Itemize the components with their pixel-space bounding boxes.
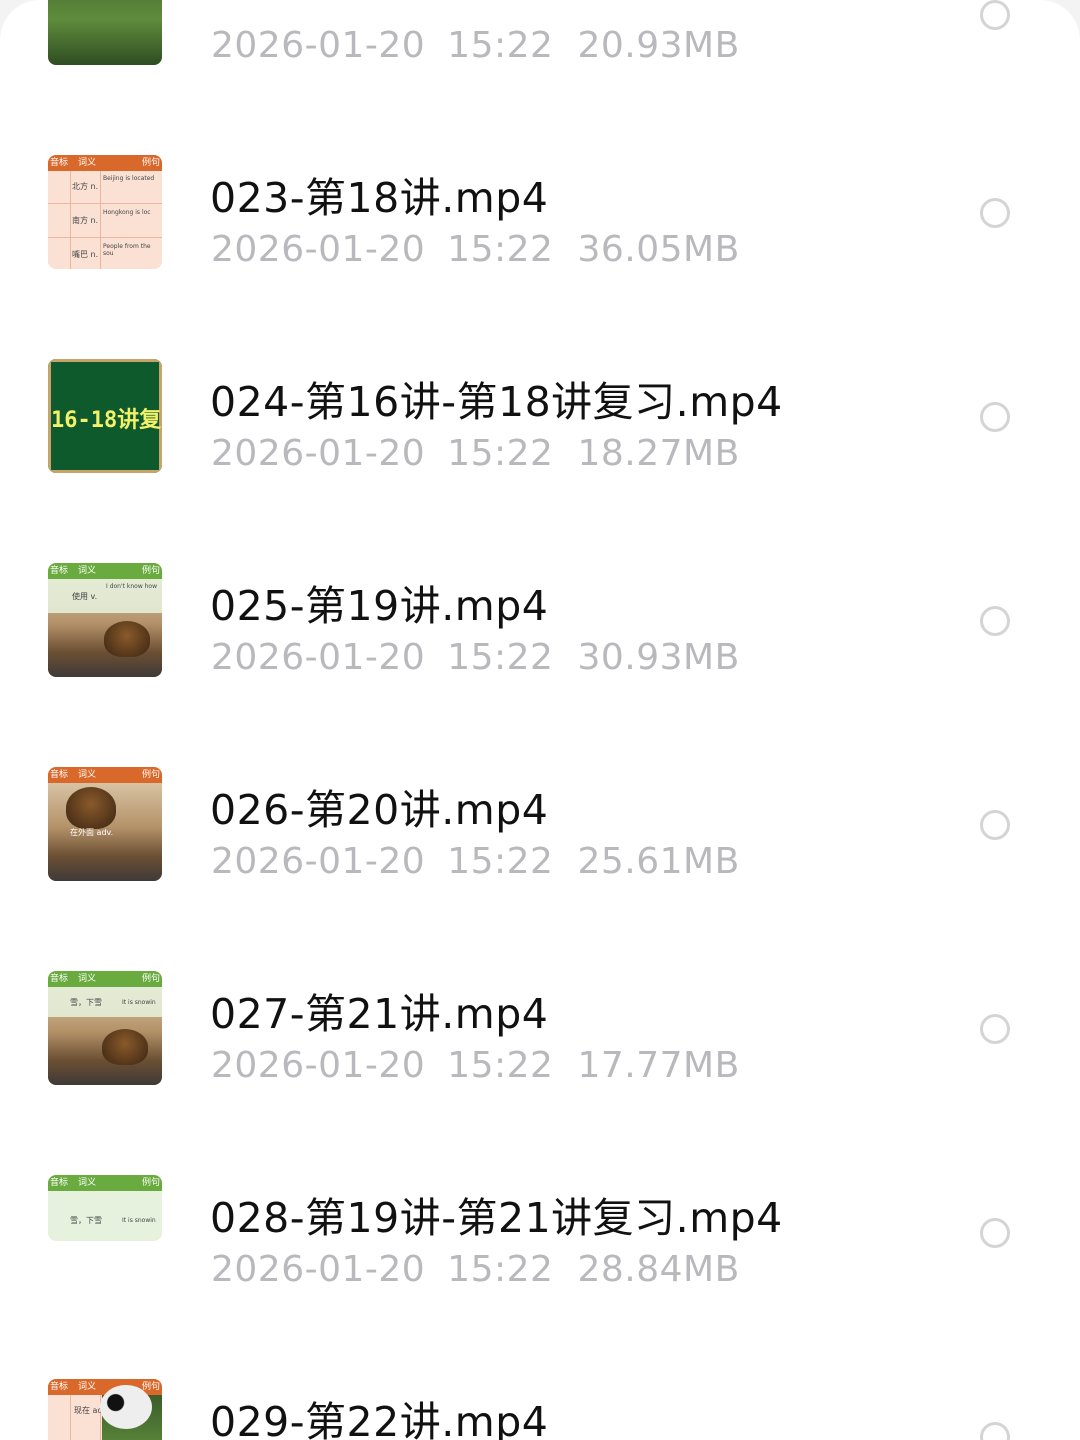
file-row[interactable]: 音标 词义 例句 雪，下雪 It is snowin 028-第19讲-第21讲…: [0, 1067, 1080, 1290]
thumb-header-col3: 例句: [141, 566, 160, 576]
thumb-header-col2: 词义: [78, 1178, 97, 1188]
file-row[interactable]: 音标 词义 例句 现在 adv. 029-第22讲.mp4: [0, 1271, 1080, 1440]
select-radio-icon[interactable]: [980, 402, 1010, 432]
thumb-header-col3: 例句: [141, 770, 160, 780]
thumb-word: 雪，下雪: [70, 1216, 102, 1225]
thumb-table-header: 音标 词义 例句: [48, 1175, 162, 1191]
thumb-header-col3: 例句: [141, 158, 160, 168]
thumb-header-col2: 词义: [78, 974, 97, 984]
thumb-header-col1: 音标: [50, 770, 69, 780]
thumb-header-col3: 例句: [141, 1178, 160, 1188]
select-radio-icon[interactable]: [980, 1422, 1010, 1440]
thumb-table-header: 音标 词义 例句: [48, 767, 162, 783]
select-radio-icon[interactable]: [980, 0, 1010, 30]
select-radio-icon[interactable]: [980, 198, 1010, 228]
video-thumbnail: 音标 词义 例句 现在 adv.: [48, 1379, 162, 1440]
file-row[interactable]: 2026-01-20 15:22 20.93MB: [0, 0, 1080, 66]
thumb-header-col1: 音标: [50, 1382, 69, 1392]
thumb-header-col1: 音标: [50, 566, 69, 576]
thumb-header-col1: 音标: [50, 158, 69, 168]
thumb-word: 雪，下雪: [70, 998, 102, 1007]
thumb-table-header: 音标 词义 例句: [48, 563, 162, 579]
thumb-header-col1: 音标: [50, 1178, 69, 1188]
select-radio-icon[interactable]: [980, 1014, 1010, 1044]
thumb-example: I don't know how: [106, 583, 158, 590]
thumb-header-col2: 词义: [78, 1382, 97, 1392]
file-row[interactable]: 音标 词义 例句 北方 n. 南方 n. 嘴巴 n. Beijing is lo…: [0, 47, 1080, 270]
file-title: 023-第18讲.mp4: [210, 174, 549, 222]
thumb-word: 在外面 adv.: [70, 828, 114, 837]
thumb-word: 南方 n.: [72, 216, 99, 225]
thumb-example: Beijing is located: [103, 175, 155, 182]
thumb-example: It is snowin: [122, 1217, 156, 1224]
video-thumbnail: 音标 词义 例句 雪，下雪 It is snowin: [48, 1175, 162, 1241]
file-title: 029-第22讲.mp4: [210, 1398, 549, 1440]
chalkboard-text: 16-18讲复: [51, 408, 162, 433]
thumb-example: It is snowin: [122, 999, 156, 1006]
select-radio-icon[interactable]: [980, 606, 1010, 636]
thumb-table-body: 现在 adv.: [48, 1385, 162, 1440]
thumb-word: 使用 v.: [72, 592, 98, 601]
file-title: 024-第16讲-第18讲复习.mp4: [210, 378, 783, 426]
select-radio-icon[interactable]: [980, 1218, 1010, 1248]
select-radio-icon[interactable]: [980, 810, 1010, 840]
file-row[interactable]: 音标 词义 例句 使用 v. I don't know how 025-第19讲…: [0, 455, 1080, 678]
file-row[interactable]: 16-18讲复 024-第16讲-第18讲复习.mp4 2026-01-20 15…: [0, 251, 1080, 474]
thumb-example: Hongkong is loc: [103, 209, 151, 216]
file-title: 027-第21讲.mp4: [210, 990, 549, 1038]
file-title: 026-第20讲.mp4: [210, 786, 549, 834]
file-row[interactable]: 音标 词义 例句 雪，下雪 It is snowin 027-第21讲.mp4 …: [0, 863, 1080, 1086]
thumb-table-header: 音标 词义 例句: [48, 155, 162, 171]
thumb-word: 北方 n.: [72, 182, 99, 191]
thumb-header-col3: 例句: [141, 974, 160, 984]
thumb-header-col1: 音标: [50, 974, 69, 984]
thumb-header-col2: 词义: [78, 770, 97, 780]
file-title: 025-第19讲.mp4: [210, 582, 549, 630]
file-row[interactable]: 音标 词义 例句 在外面 adv. 026-第20讲.mp4 2026-01-2…: [0, 659, 1080, 882]
thumb-header-col2: 词义: [78, 566, 97, 576]
thumb-header-col2: 词义: [78, 158, 97, 168]
file-list-screen: 2026-01-20 15:22 20.93MB 音标 词义 例句 北方 n. 南方…: [0, 0, 1080, 1440]
file-title: 028-第19讲-第21讲复习.mp4: [210, 1194, 783, 1242]
thumb-table-header: 音标 词义 例句: [48, 971, 162, 987]
thumb-table-body: 雪，下雪 It is snowin: [48, 1191, 162, 1241]
